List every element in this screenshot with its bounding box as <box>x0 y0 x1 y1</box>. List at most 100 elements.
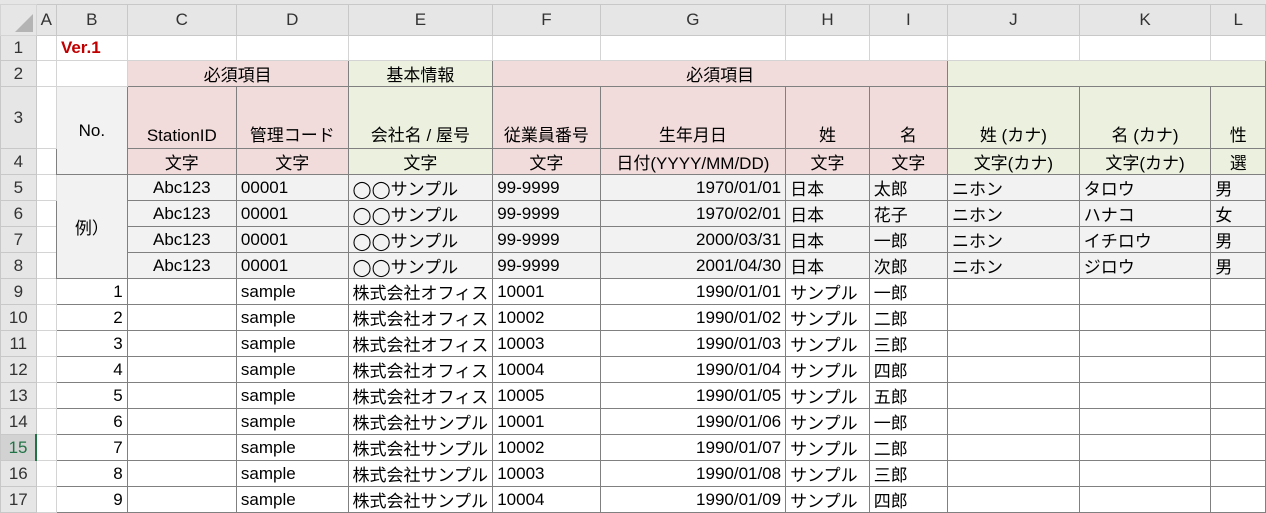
data-cell[interactable]: サンプル <box>785 434 870 461</box>
data-cell[interactable]: 10003 <box>492 330 601 357</box>
cell-a[interactable] <box>35 200 57 227</box>
row-header-17[interactable]: 17 <box>0 486 37 513</box>
example-cell[interactable]: Abc123 <box>126 226 237 253</box>
example-cell[interactable]: 99-9999 <box>492 174 601 201</box>
example-cell[interactable]: 日本 <box>785 252 870 279</box>
data-cell[interactable] <box>947 486 1080 513</box>
example-cell[interactable]: ジロウ <box>1078 252 1212 279</box>
column-header-g[interactable]: G <box>599 4 787 36</box>
data-cell[interactable] <box>1210 356 1266 383</box>
example-cell[interactable]: Abc123 <box>126 200 237 227</box>
row-header-3[interactable]: 3 <box>0 86 37 149</box>
data-cell[interactable]: sample <box>235 382 349 409</box>
example-cell[interactable]: 1970/02/01 <box>599 200 787 227</box>
example-cell[interactable]: 2000/03/31 <box>599 226 787 253</box>
example-cell[interactable]: ニホン <box>947 174 1080 201</box>
row-header-15[interactable]: 15 <box>0 434 38 461</box>
empty-cell[interactable] <box>1210 35 1266 61</box>
column-header-d[interactable]: D <box>235 4 349 36</box>
cell-a[interactable] <box>35 408 57 435</box>
row-header-5[interactable]: 5 <box>0 174 37 201</box>
example-cell[interactable]: 日本 <box>785 174 870 201</box>
data-cell[interactable]: 1990/01/09 <box>599 486 787 513</box>
data-cell[interactable] <box>1078 382 1212 409</box>
column-header-k[interactable]: K <box>1078 4 1212 36</box>
data-cell[interactable] <box>947 304 1080 331</box>
empty-cell[interactable] <box>492 35 601 61</box>
cell-a[interactable] <box>35 252 57 279</box>
cell-a1[interactable] <box>35 35 57 61</box>
cell-a[interactable] <box>35 460 57 487</box>
row-header-6[interactable]: 6 <box>0 200 37 227</box>
example-cell[interactable]: 次郎 <box>868 252 949 279</box>
example-cell[interactable]: イチロウ <box>1078 226 1212 253</box>
data-cell[interactable]: 株式会社サンプル <box>347 460 494 487</box>
example-cell[interactable]: 日本 <box>785 200 870 227</box>
example-cell[interactable]: Abc123 <box>126 174 237 201</box>
data-cell[interactable]: サンプル <box>785 356 870 383</box>
data-cell[interactable] <box>126 460 237 487</box>
example-cell[interactable]: ハナコ <box>1078 200 1212 227</box>
data-cell[interactable]: 1 <box>55 278 128 305</box>
data-cell[interactable]: 二郎 <box>868 304 949 331</box>
column-header-j[interactable]: J <box>947 4 1080 36</box>
spreadsheet-grid[interactable]: A B C D E F G H I J K L 1 Ver.1 2 必須項目 基本情報 必須項目 3 No. Stati… <box>0 4 1266 513</box>
data-cell[interactable] <box>126 408 237 435</box>
data-cell[interactable]: 10001 <box>492 408 601 435</box>
column-header-h[interactable]: H <box>785 4 870 36</box>
data-cell[interactable] <box>1210 434 1266 461</box>
data-cell[interactable] <box>947 434 1080 461</box>
data-cell[interactable]: 四郎 <box>868 356 949 383</box>
column-header-e[interactable]: E <box>347 4 494 36</box>
cell-a[interactable] <box>35 486 57 513</box>
data-cell[interactable]: sample <box>235 304 349 331</box>
data-cell[interactable]: 5 <box>55 382 128 409</box>
data-cell[interactable] <box>126 434 237 461</box>
column-header-c[interactable]: C <box>126 4 237 36</box>
example-cell[interactable]: Abc123 <box>126 252 237 279</box>
data-cell[interactable]: 株式会社オフィス <box>347 278 494 305</box>
data-cell[interactable]: sample <box>235 330 349 357</box>
data-cell[interactable] <box>1210 304 1266 331</box>
column-header-l[interactable]: L <box>1210 4 1266 36</box>
data-cell[interactable]: 1990/01/07 <box>599 434 787 461</box>
row-header-16[interactable]: 16 <box>0 460 37 487</box>
data-cell[interactable]: 7 <box>55 434 128 461</box>
data-cell[interactable] <box>947 460 1080 487</box>
data-cell[interactable]: sample <box>235 278 349 305</box>
data-cell[interactable] <box>1210 486 1266 513</box>
data-cell[interactable] <box>1078 330 1212 357</box>
cell-a[interactable] <box>35 434 57 461</box>
data-cell[interactable] <box>1078 304 1212 331</box>
data-cell[interactable]: サンプル <box>785 382 870 409</box>
data-cell[interactable]: 1990/01/05 <box>599 382 787 409</box>
data-cell[interactable]: 一郎 <box>868 278 949 305</box>
example-cell[interactable]: 2001/04/30 <box>599 252 787 279</box>
data-cell[interactable]: 株式会社サンプル <box>347 408 494 435</box>
empty-cell[interactable] <box>235 35 349 61</box>
empty-cell[interactable] <box>347 35 494 61</box>
data-cell[interactable]: 株式会社サンプル <box>347 486 494 513</box>
data-cell[interactable] <box>1210 278 1266 305</box>
example-cell[interactable]: ニホン <box>947 252 1080 279</box>
data-cell[interactable] <box>1078 460 1212 487</box>
data-cell[interactable] <box>1210 330 1266 357</box>
data-cell[interactable] <box>947 330 1080 357</box>
empty-cell[interactable] <box>126 35 237 61</box>
data-cell[interactable]: 株式会社オフィス <box>347 330 494 357</box>
data-cell[interactable]: 2 <box>55 304 128 331</box>
cell-a[interactable] <box>35 174 57 201</box>
data-cell[interactable]: 一郎 <box>868 408 949 435</box>
empty-cell[interactable] <box>599 35 787 61</box>
example-cell[interactable]: タロウ <box>1078 174 1212 201</box>
example-cell[interactable]: 00001 <box>235 200 349 227</box>
row-header-10[interactable]: 10 <box>0 304 37 331</box>
cell-a[interactable] <box>35 304 57 331</box>
example-cell[interactable]: 男 <box>1210 174 1266 201</box>
data-cell[interactable] <box>947 408 1080 435</box>
data-cell[interactable]: 株式会社サンプル <box>347 434 494 461</box>
row-header-11[interactable]: 11 <box>0 330 37 357</box>
row-header-14[interactable]: 14 <box>0 408 37 435</box>
example-cell[interactable]: 99-9999 <box>492 226 601 253</box>
data-cell[interactable]: 三郎 <box>868 460 949 487</box>
